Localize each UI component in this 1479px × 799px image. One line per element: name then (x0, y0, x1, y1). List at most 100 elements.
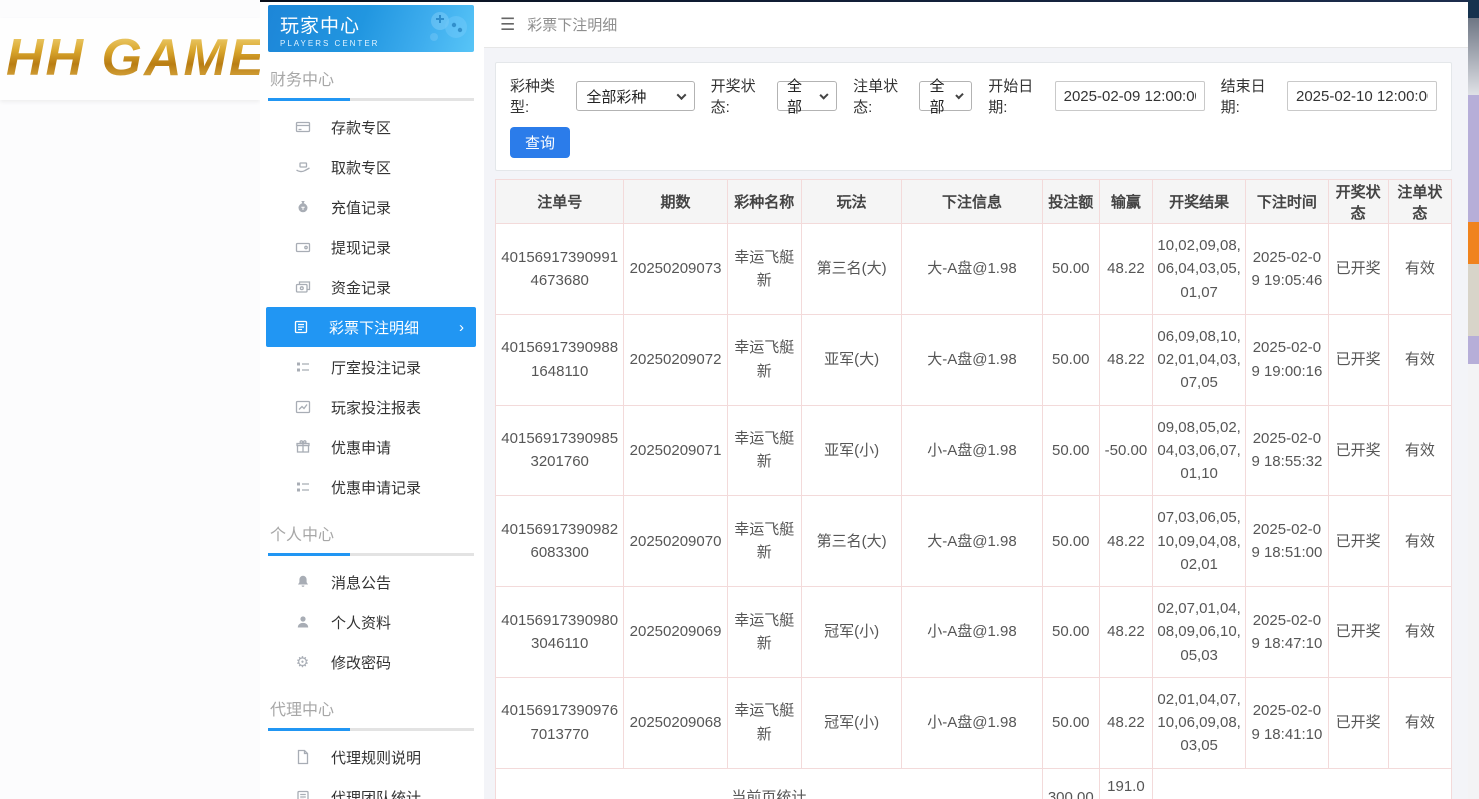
search-button[interactable]: 查询 (510, 127, 570, 158)
draw-status-select[interactable]: 全部 (777, 81, 837, 111)
sidebar-item-funds-records[interactable]: 资金记录 (268, 267, 474, 307)
cell-order-status: 有效 (1388, 496, 1451, 587)
cell-bet-info: 大-A盘@1.98 (902, 314, 1042, 405)
sidebar-item-agent-rules[interactable]: 代理规则说明 (268, 737, 474, 777)
section-title-personal: 个人中心 (270, 521, 474, 553)
cell-bet-info: 大-A盘@1.98 (902, 496, 1042, 587)
sidebar-item-label: 修改密码 (331, 652, 391, 673)
cell-bet-time: 2025-02-09 18:55:32 (1246, 405, 1328, 496)
sidebar-item-label: 消息公告 (331, 572, 391, 593)
cell-play-type: 亚军(小) (801, 405, 901, 496)
header-cell: 输赢 (1099, 180, 1152, 224)
cell-win-loss: -50.00 (1099, 405, 1152, 496)
cell-lottery-name: 幸运飞艇新 (727, 587, 801, 678)
sidebar-item-hall-bet-records[interactable]: 厅室投注记录 (268, 347, 474, 387)
header-cell: 玩法 (801, 180, 901, 224)
cell-bet-amount: 50.00 (1042, 677, 1099, 768)
cell-draw-status: 已开奖 (1328, 405, 1388, 496)
end-date-label: 结束日期: (1221, 75, 1279, 117)
lottery-type-select[interactable]: 全部彩种 (576, 81, 694, 111)
cell-lottery-name: 幸运飞艇新 (727, 677, 801, 768)
cell-order-status: 有效 (1388, 405, 1451, 496)
sidebar-item-label: 彩票下注明细 (329, 317, 419, 338)
sidebar-item-agent-team-stats[interactable]: 代理团队统计 (268, 777, 474, 799)
header-cell: 开奖状态 (1328, 180, 1388, 224)
cell-bet-time: 2025-02-09 18:51:00 (1246, 496, 1328, 587)
cell-draw-result: 06,09,08,10,02,01,04,03,07,05 (1153, 314, 1246, 405)
cell-bet-id: 401569173909767013770 (496, 677, 624, 768)
draw-status-label: 开奖状态: (711, 75, 769, 117)
cell-bet-amount: 50.00 (1042, 314, 1099, 405)
cell-bet-amount: 50.00 (1042, 496, 1099, 587)
cell-bet-id: 401569173909881648110 (496, 314, 624, 405)
sidebar-item-recharge-records[interactable]: 充值记录 (268, 187, 474, 227)
cell-draw-status: 已开奖 (1328, 587, 1388, 678)
cell-bet-id: 401569173909826083300 (496, 496, 624, 587)
report-icon (294, 789, 311, 799)
sidebar-item-change-password[interactable]: ⚙ 修改密码 (268, 642, 474, 682)
hamburger-menu-icon[interactable]: ☰ (500, 15, 515, 35)
sidebar-item-label: 个人资料 (331, 612, 391, 633)
start-date-input[interactable] (1055, 81, 1205, 111)
section-rule (268, 98, 474, 101)
site-logo-banner: HH GAME (0, 18, 260, 100)
cell-draw-result: 07,03,06,05,10,09,04,08,02,01 (1153, 496, 1246, 587)
order-status-select[interactable]: 全部 (919, 81, 972, 111)
cell-draw-status: 已开奖 (1328, 496, 1388, 587)
sidebar-item-player-bet-report[interactable]: 玩家投注报表 (268, 387, 474, 427)
sidebar-item-withdrawal-records[interactable]: 提现记录 (268, 227, 474, 267)
end-date-input[interactable] (1287, 81, 1437, 111)
header-cell: 开奖结果 (1153, 180, 1246, 224)
section-title-agent: 代理中心 (270, 696, 474, 728)
sidebar-item-label: 提现记录 (331, 237, 391, 258)
sidebar-item-label: 厅室投注记录 (331, 357, 421, 378)
sidebar-item-profile[interactable]: 个人资料 (268, 602, 474, 642)
cell-win-loss: 48.22 (1099, 314, 1152, 405)
chevron-down-icon (956, 90, 964, 98)
cell-win-loss: 48.22 (1099, 677, 1152, 768)
sidebar-item-lottery-bet-details[interactable]: 彩票下注明细 › (266, 307, 476, 347)
page-summary-empty (1153, 768, 1452, 799)
cell-bet-id: 401569173909914673680 (496, 224, 624, 315)
header-cell: 期数 (624, 180, 727, 224)
sidebar-item-announcements[interactable]: 消息公告 (268, 562, 474, 602)
section-rule (268, 728, 474, 731)
sidebar-item-withdraw[interactable]: 充值记录 取款专区 (268, 147, 474, 187)
cell-period: 20250209068 (624, 677, 727, 768)
sidebar-item-label: 取款专区 (331, 157, 391, 178)
order-status-label: 注单状态: (853, 75, 911, 117)
cell-bet-time: 2025-02-09 19:05:46 (1246, 224, 1328, 315)
gift-icon (294, 439, 311, 456)
sidebar-item-deposit[interactable]: 存款专区 (268, 107, 474, 147)
cell-play-type: 亚军(大) (801, 314, 901, 405)
sidebar-item-label: 代理团队统计 (331, 787, 421, 799)
sidebar-item-promo-apply-records[interactable]: 优惠申请记录 (268, 467, 474, 507)
sidebar-item-promo-apply[interactable]: 优惠申请 (268, 427, 474, 467)
funds-icon (294, 279, 311, 296)
cell-order-status: 有效 (1388, 314, 1451, 405)
cell-bet-amount: 50.00 (1042, 587, 1099, 678)
site-logo: HH GAME (6, 28, 260, 88)
cell-bet-time: 2025-02-09 18:41:10 (1246, 677, 1328, 768)
cell-order-status: 有效 (1388, 587, 1451, 678)
ledger-icon (292, 319, 309, 336)
cell-play-type: 第三名(大) (801, 496, 901, 587)
cell-bet-id: 401569173909853201760 (496, 405, 624, 496)
cell-period: 20250209072 (624, 314, 727, 405)
section-rule (268, 553, 474, 556)
cell-draw-result: 02,01,04,07,10,06,09,08,03,05 (1153, 677, 1246, 768)
page-edge-decoration (1468, 0, 1479, 799)
chevron-right-icon: › (459, 319, 464, 336)
cell-lottery-name: 幸运飞艇新 (727, 314, 801, 405)
page-bet-total: 300.00 (1042, 768, 1099, 799)
sidebar: 玩家中心 PLAYERS CENTER 财务中心 存款专区 充值记录 取款专区 (260, 2, 484, 799)
header-cell: 投注额 (1042, 180, 1099, 224)
cell-period: 20250209073 (624, 224, 727, 315)
sidebar-item-label: 充值记录 (331, 197, 391, 218)
lottery-type-value: 全部彩种 (586, 86, 646, 107)
wallet-icon (294, 239, 311, 256)
players-center-panel: 玩家中心 PLAYERS CENTER 财务中心 存款专区 充值记录 取款专区 (260, 2, 1468, 799)
lottery-type-label: 彩种类型: (510, 75, 568, 117)
page-win-loss-total: 191.08 (1099, 768, 1152, 799)
sidebar-item-label: 存款专区 (331, 117, 391, 138)
